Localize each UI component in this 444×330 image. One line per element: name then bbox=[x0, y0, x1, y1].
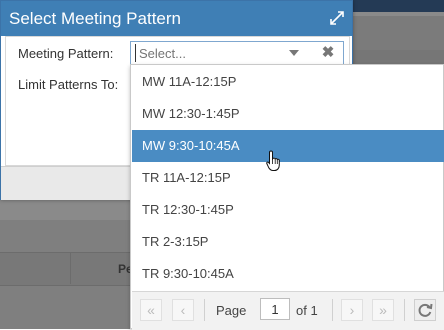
page-label: Page bbox=[216, 303, 247, 318]
option-item[interactable]: TR 9:30-10:45A bbox=[132, 258, 444, 290]
refresh-button[interactable] bbox=[414, 299, 436, 321]
refresh-icon bbox=[418, 303, 433, 317]
dialog-header[interactable]: Select Meeting Pattern bbox=[1, 1, 352, 36]
dialog-title: Select Meeting Pattern bbox=[9, 9, 181, 28]
meeting-pattern-dropdown: MW 11A-12:15P MW 12:30-1:45P MW 9:30-10:… bbox=[130, 64, 444, 330]
hand-cursor-icon bbox=[266, 150, 280, 171]
page-count-label: of 1 bbox=[296, 303, 318, 318]
meeting-pattern-combobox[interactable]: ✖ bbox=[130, 41, 344, 65]
first-page-button[interactable]: « bbox=[140, 299, 162, 321]
option-item[interactable]: TR 12:30-1:45P bbox=[132, 194, 444, 226]
previous-page-button[interactable]: ‹ bbox=[172, 299, 194, 321]
clear-icon[interactable]: ✖ bbox=[320, 44, 336, 62]
pager-divider bbox=[332, 299, 333, 321]
next-page-button[interactable]: › bbox=[341, 299, 363, 321]
meeting-pattern-label: Meeting Pattern: bbox=[18, 46, 114, 61]
option-item-selected[interactable]: MW 9:30-10:45A bbox=[132, 130, 444, 162]
page-number-input[interactable] bbox=[260, 298, 290, 320]
expand-icon[interactable] bbox=[329, 10, 345, 26]
option-item[interactable]: TR 11A-12:15P bbox=[132, 162, 444, 194]
limit-patterns-label: Limit Patterns To: bbox=[18, 77, 119, 92]
pager-divider bbox=[404, 299, 405, 321]
option-item[interactable]: MW 11A-12:15P bbox=[132, 66, 444, 98]
background-grid-divider bbox=[70, 252, 71, 284]
option-item[interactable]: MW 12:30-1:45P bbox=[132, 98, 444, 130]
pagination-bar: « ‹ Page of 1 › » bbox=[132, 291, 444, 330]
option-item[interactable]: TR 2-3:15P bbox=[132, 226, 444, 258]
pager-divider bbox=[204, 299, 205, 321]
last-page-button[interactable]: » bbox=[372, 299, 394, 321]
background-panel bbox=[345, 16, 444, 50]
meeting-pattern-input[interactable] bbox=[135, 44, 289, 62]
chevron-down-icon[interactable] bbox=[289, 50, 299, 56]
